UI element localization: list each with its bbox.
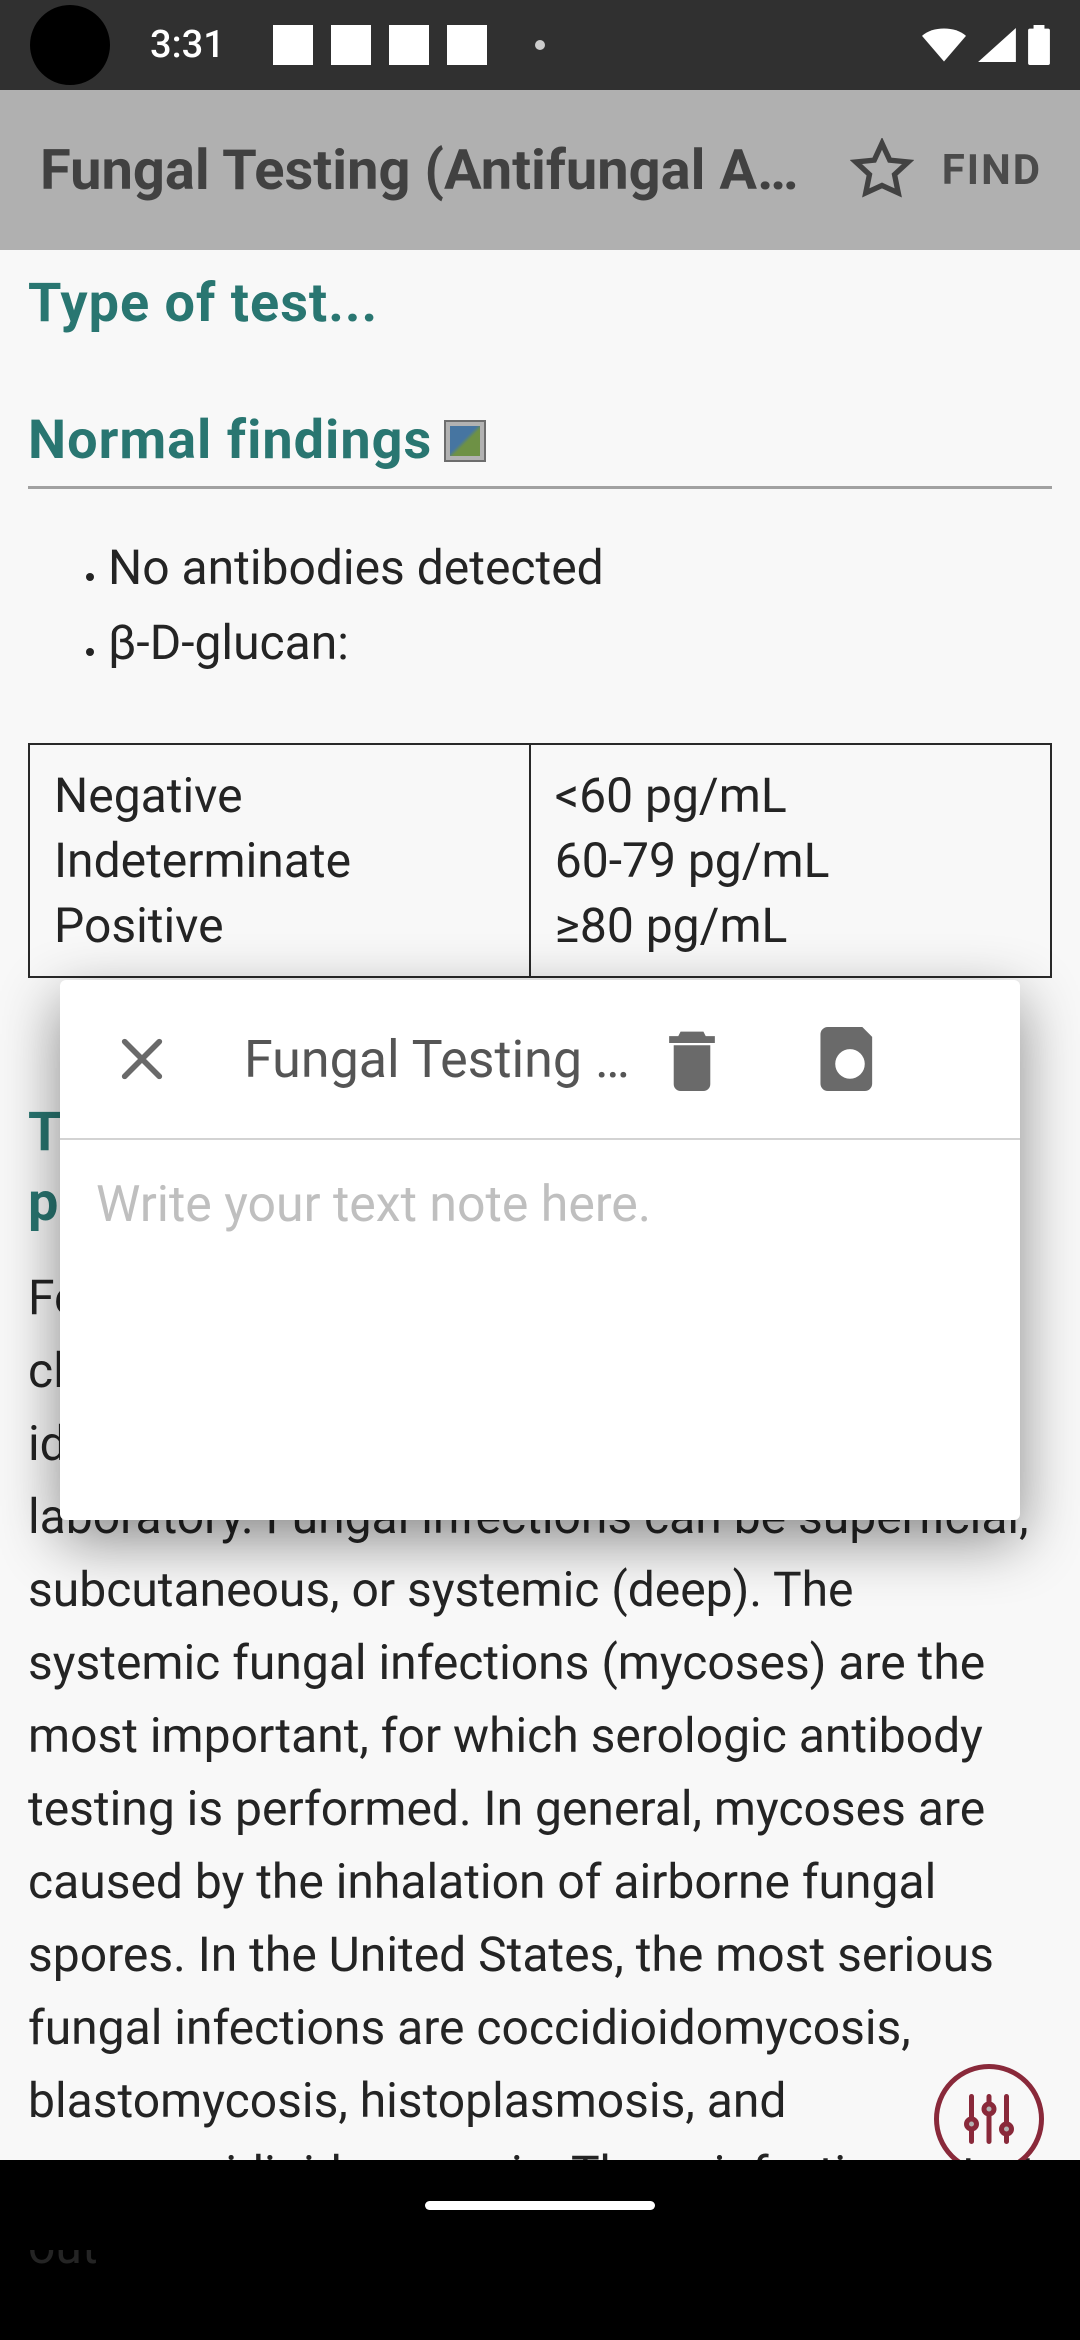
sliders-icon	[959, 2089, 1019, 2149]
reference-range-table: Negative Indeterminate Positive <60 pg/m…	[28, 743, 1052, 978]
notification-icon	[331, 25, 371, 65]
table-cell: Positive	[54, 893, 505, 958]
note-dialog: Fungal Testing …	[60, 980, 1020, 1520]
list-item: β-D-glucan:	[108, 608, 1052, 683]
section-type-of-test[interactable]: Type of test...	[28, 262, 1052, 349]
find-button[interactable]: FIND	[942, 146, 1042, 195]
system-nav-bar	[0, 2160, 1080, 2250]
favorite-star-icon[interactable]	[850, 138, 914, 202]
table-cell: <60 pg/mL	[555, 763, 1026, 828]
broken-image-icon	[444, 420, 486, 462]
section-heading-label: Normal findings	[28, 409, 432, 472]
camera-cutout	[30, 5, 110, 85]
notification-icon	[447, 25, 487, 65]
table-cell: 60-79 pg/mL	[555, 828, 1026, 893]
overflow-dot-icon	[535, 40, 545, 50]
page: Fungal Testing (Antifungal A… FIND Type …	[0, 90, 1080, 2250]
notification-icon	[273, 25, 313, 65]
list-item: No antibodies detected	[108, 533, 1052, 608]
save-icon[interactable]	[820, 1027, 880, 1091]
battery-icon	[1028, 25, 1050, 65]
settings-fab[interactable]	[934, 2064, 1044, 2174]
status-bar: 3:31	[0, 0, 1080, 90]
app-bar: Fungal Testing (Antifungal A… FIND	[0, 90, 1080, 250]
home-indicator[interactable]	[425, 2201, 655, 2210]
delete-icon[interactable]	[664, 1027, 720, 1091]
notification-icon	[389, 25, 429, 65]
section-normal-findings[interactable]: Normal findings	[28, 399, 1052, 489]
clock: 3:31	[150, 23, 225, 67]
table-cell: ≥80 pg/mL	[555, 893, 1026, 958]
table-cell: Indeterminate	[54, 828, 505, 893]
wifi-icon	[922, 28, 966, 62]
dialog-title: Fungal Testing …	[244, 1029, 664, 1090]
page-title: Fungal Testing (Antifungal A…	[40, 137, 822, 203]
cell-signal-icon	[978, 28, 1016, 62]
note-input[interactable]	[96, 1176, 984, 1396]
section-partial: T p	[28, 1098, 64, 1238]
normal-findings-list: No antibodies detected β-D-glucan:	[28, 489, 1052, 703]
table-cell: Negative	[54, 763, 505, 828]
close-icon[interactable]	[116, 1033, 168, 1085]
